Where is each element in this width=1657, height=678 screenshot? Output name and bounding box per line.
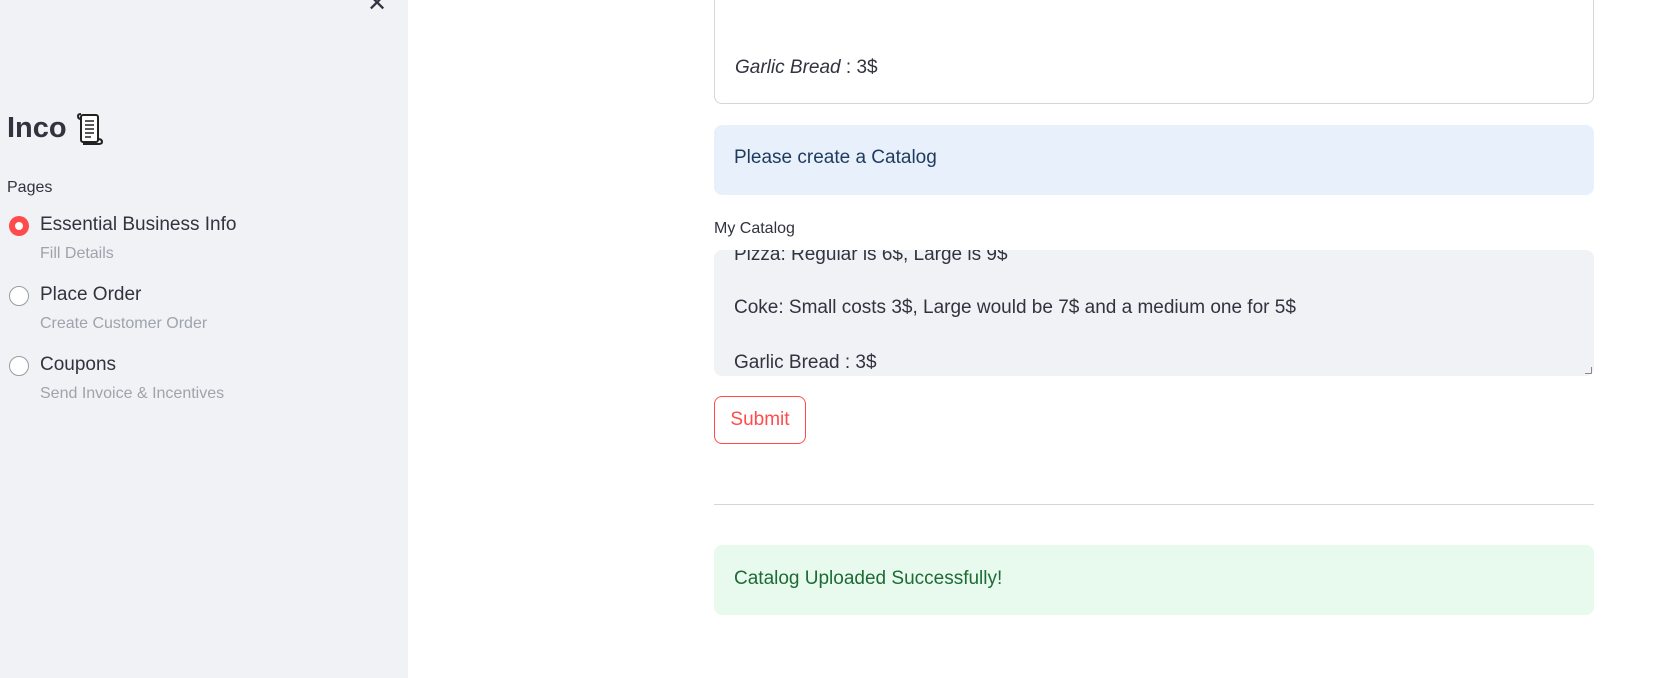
nav-item-caption: Fill Details <box>40 245 114 262</box>
radio-selected-icon[interactable] <box>9 216 29 236</box>
catalog-line: Garlic Bread : 3$ <box>734 352 877 373</box>
previous-catalog-line: Garlic Bread : 3$ <box>735 57 878 79</box>
nav-item-label[interactable]: Coupons <box>40 354 116 376</box>
submit-button[interactable]: Submit <box>714 396 806 444</box>
success-alert: Catalog Uploaded Successfully! <box>714 545 1594 615</box>
catalog-line: Coke: Small costs 3$, Large would be 7$ … <box>734 297 1296 318</box>
previous-catalog-output: Garlic Bread : 3$ <box>714 0 1594 104</box>
pages-label: Pages <box>7 179 53 196</box>
app-title: Inco <box>7 112 103 145</box>
close-sidebar-icon[interactable]: ✕ <box>364 0 390 16</box>
sidebar: ✕ Inco Pages Essential Business Info Fil… <box>0 0 408 678</box>
catalog-line: Pizza: Regular is 6$, Large is 9$ <box>734 250 1008 265</box>
radio-icon[interactable] <box>9 356 29 376</box>
catalog-textarea[interactable]: Pizza: Regular is 6$, Large is 9$ Coke: … <box>714 250 1594 376</box>
nav-item-label[interactable]: Essential Business Info <box>40 214 236 236</box>
resize-handle-icon[interactable] <box>1585 367 1592 374</box>
success-message: Catalog Uploaded Successfully! <box>734 568 1003 589</box>
catalog-field-label: My Catalog <box>714 220 795 237</box>
info-alert: Please create a Catalog <box>714 125 1594 195</box>
info-message: Please create a Catalog <box>734 147 937 168</box>
item-name: Garlic Bread <box>735 57 841 78</box>
nav-item-caption: Create Customer Order <box>40 315 208 332</box>
nav-item-caption: Send Invoice & Incentives <box>40 385 225 402</box>
item-price: : 3$ <box>840 57 878 78</box>
radio-icon[interactable] <box>9 286 29 306</box>
nav-item-label[interactable]: Place Order <box>40 284 141 306</box>
scroll-icon <box>76 112 103 145</box>
divider <box>714 504 1594 505</box>
app-title-text: Inco <box>7 112 67 144</box>
